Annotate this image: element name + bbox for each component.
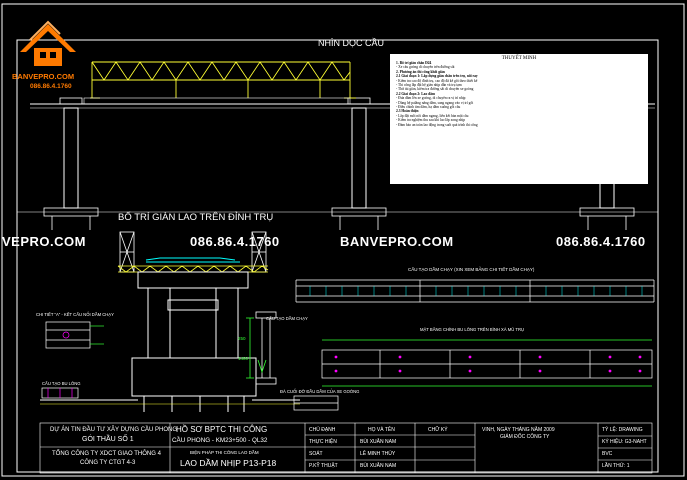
detail-a	[45, 321, 104, 349]
pier-section	[40, 271, 300, 412]
tb-sign-header: CHỮ KÝ	[428, 427, 448, 433]
label-runway-beam: CẤU TẠO DẦM CHẠY	[266, 316, 308, 321]
logo-phone: 086.86.4.1760	[30, 83, 72, 90]
tb-drawing: LAO DẦM NHỊP P13-P18	[180, 458, 277, 468]
girders-section	[145, 257, 240, 263]
label-end-support: ĐÀ CUỐI ĐỠ ĐẦU DẦM CỦA XE GOÒNG	[280, 389, 360, 394]
banvepro-logo	[20, 20, 76, 66]
tb-role-1: CHỦ ĐẠNH	[309, 427, 336, 433]
tb-name-2: LÊ MINH THỦY	[360, 451, 396, 457]
tb-scale: TỶ LỆ: DRAWING	[602, 427, 643, 433]
notes-panel: THUYẾT MINH 1. Bố trí giàn chân Đ24 - Xe…	[390, 54, 648, 184]
end-support	[293, 395, 339, 411]
dim-1400: 1400	[238, 356, 249, 361]
tb-names-header: HỌ VÀ TÊN	[368, 427, 395, 433]
tb-role-4: P.KỸ THUẬT	[309, 463, 338, 469]
label-bolt-detail: CẤU TẠO BU LÔNG	[42, 381, 81, 386]
tb-bridge: CẦU PHONG - KM23+500 - QL32	[172, 437, 268, 444]
tb-doc-title: HỒ SƠ BPTC THI CÔNG	[176, 425, 268, 434]
tb-date: VINH, NGÀY THÁNG NĂM 2009	[482, 427, 555, 433]
elevation-subtitle: BỐ TRÍ GIÀN LAO TRÊN ĐỈNH TRỤ	[118, 212, 274, 223]
dim-250: 250	[238, 336, 246, 341]
launching-truss	[90, 61, 356, 99]
runway-beam-section	[246, 311, 277, 385]
tb-role-3: SOÁT	[309, 451, 323, 457]
tb-name-1: BÙI XUÂN NAM	[360, 439, 397, 445]
watermark-left: VEPRO.COM	[2, 234, 86, 249]
tb-director: GIÁM ĐỐC CÔNG TY	[500, 434, 550, 440]
watermark-phone-right: 086.86.4.1760	[556, 234, 646, 249]
tb-role-2: THỰC HIỆN	[309, 439, 337, 445]
tb-project: DỰ ÁN TIN ĐẦU TƯ XÂY DỰNG CẦU PHONG	[50, 427, 178, 433]
girder-elevation	[83, 97, 351, 105]
tb-company2: CÔNG TY CTGT 4-3	[80, 460, 136, 466]
tb-package: GÓI THẦU SỐ 1	[82, 436, 134, 443]
house-roof-icon	[20, 24, 76, 52]
plan-view	[321, 339, 653, 387]
cross-beam	[117, 265, 269, 273]
tb-sheet: LẦN THỨ: 1	[602, 463, 630, 469]
tb-method: BIỆN PHÁP THI CÔNG LAO DẦM	[190, 450, 259, 455]
watermark-center: BANVEPRO.COM	[340, 234, 454, 249]
pier-left	[43, 97, 99, 230]
tb-symbol: KÝ HIỆU: G3-NAHT	[602, 439, 647, 445]
bolt-detail	[41, 387, 79, 399]
tb-name-3: BÙI XUÂN NAM	[360, 463, 397, 469]
label-girder-detail: CẤU TẠO DẦM CHẠY (XIN XEM BẢNG CHI TIẾT …	[408, 267, 535, 272]
tb-ver: BVC	[602, 451, 613, 457]
girder-detail-elevation	[295, 279, 655, 303]
girder-detail-ticks	[309, 286, 643, 296]
watermark-phone-center: 086.86.4.1760	[190, 234, 280, 249]
tb-company: TỔNG CÔNG TY XDCT GIAO THÔNG 4	[52, 451, 161, 457]
pier-middle	[331, 97, 387, 230]
label-plan-view: MẶT BẰNG CHÍNH BU LÔNG TRÊN BÌNH XÀ MŨ T…	[420, 327, 525, 332]
logo-name: BANVEPRO.COM	[12, 72, 75, 81]
label-detail-a: CHI TIẾT "A" - KẾT CẤU NỐI DẦM CHẠY	[36, 312, 114, 317]
elevation-title: NHÌN DỌC CẦU	[318, 38, 385, 48]
notes-line: - Đảm bảo an toàn lao động trong suốt qu…	[396, 122, 478, 127]
